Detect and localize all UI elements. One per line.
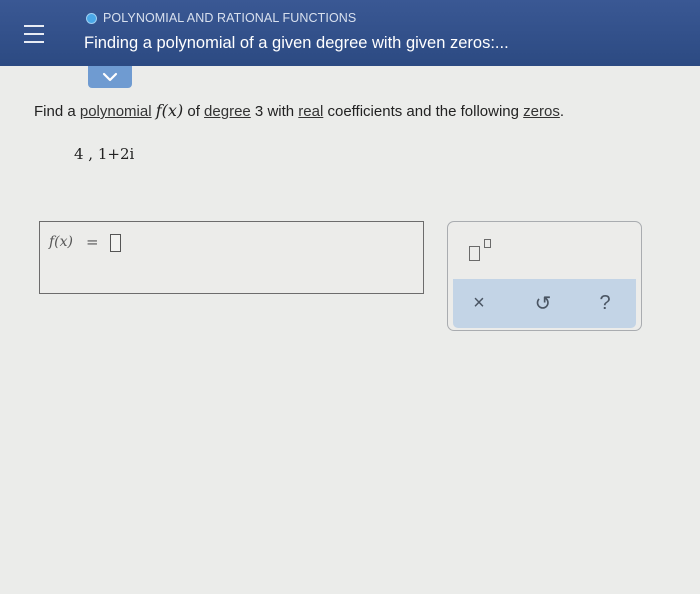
given-zeros: 4 , 1+2i (74, 145, 135, 163)
lesson-title: Finding a polynomial of a given degree w… (84, 34, 509, 52)
topic-row: POLYNOMIAL AND RATIONAL FUNCTIONS (86, 11, 356, 25)
answer-function-label: f(x) (49, 234, 74, 250)
chevron-down-icon (102, 72, 118, 82)
undo-button[interactable]: ↺ (531, 291, 555, 315)
topic-status-dot-icon (86, 12, 97, 24)
function-notation: f(x) (155, 101, 184, 120)
math-tools-panel: × ↺ ? (447, 221, 642, 331)
question-text-part: of (183, 103, 205, 120)
clear-button[interactable]: × (467, 291, 491, 315)
top-header: POLYNOMIAL AND RATIONAL FUNCTIONS Findin… (0, 0, 700, 66)
question-text: Find a polynomial f(x) of degree 3 with … (34, 101, 564, 120)
exponent-superscript-icon (484, 239, 491, 248)
question-text-part: coefficients and the following (323, 103, 524, 120)
exponent-template-icon (469, 246, 480, 261)
x-icon: × (473, 291, 485, 314)
polynomial-link[interactable]: polynomial (80, 103, 152, 120)
exponent-template-button[interactable] (469, 238, 501, 264)
zeros-link[interactable]: zeros (523, 103, 560, 120)
answer-equals-sign: = (86, 233, 99, 251)
help-button[interactable]: ? (593, 291, 617, 315)
collapse-button[interactable] (88, 66, 132, 88)
tool-action-bar: × ↺ ? (453, 279, 636, 328)
answer-input-slot[interactable] (110, 234, 121, 252)
real-link[interactable]: real (298, 103, 323, 120)
question-text-part: . (559, 103, 565, 120)
question-text-part: with (267, 103, 299, 120)
undo-icon: ↺ (534, 292, 552, 315)
question-text-part: Find a (34, 103, 80, 120)
answer-input-box[interactable]: f(x) = (39, 221, 424, 294)
topic-label: POLYNOMIAL AND RATIONAL FUNCTIONS (103, 11, 357, 25)
question-mark-icon: ? (599, 291, 611, 314)
hamburger-menu-icon[interactable] (24, 25, 44, 47)
degree-value: 3 (250, 103, 268, 120)
degree-link[interactable]: degree (204, 103, 251, 120)
